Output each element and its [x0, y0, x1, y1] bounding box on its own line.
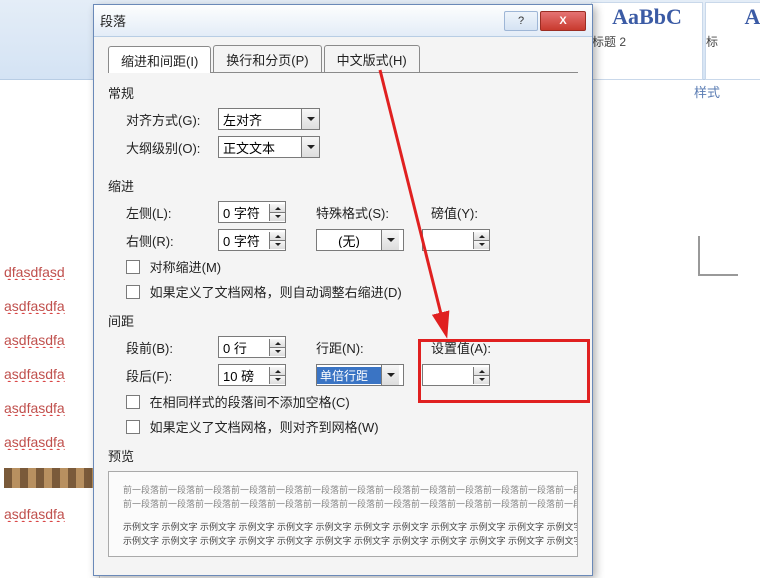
- doc-text-line: asdfasdfa: [0, 434, 99, 450]
- by-label: 磅值(Y):: [431, 203, 526, 222]
- outline-label: 大纲级别(O):: [108, 138, 218, 157]
- mirror-indent-checkbox[interactable]: [126, 260, 140, 274]
- space-before-label: 段前(B):: [108, 338, 218, 357]
- spin-down-icon[interactable]: [270, 212, 285, 221]
- section-general: 常规: [108, 83, 578, 102]
- alignment-select[interactable]: [218, 108, 320, 130]
- chevron-down-icon[interactable]: [301, 109, 319, 129]
- chevron-down-icon[interactable]: [381, 230, 399, 250]
- special-label: 特殊格式(S):: [316, 203, 411, 222]
- indent-left-spinner[interactable]: [218, 201, 286, 223]
- style-sample: Aal: [706, 5, 760, 29]
- spin-up-icon[interactable]: [270, 339, 285, 347]
- line-spacing-label: 行距(N):: [316, 338, 411, 357]
- space-before-value[interactable]: [219, 340, 269, 355]
- spin-up-icon[interactable]: [474, 232, 489, 240]
- snap-to-grid-label: 如果定义了文档网格，则对齐到网格(W): [150, 420, 379, 435]
- tab-indent-spacing[interactable]: 缩进和间距(I): [108, 46, 211, 73]
- by-spinner[interactable]: [422, 229, 490, 251]
- preview-line: 示例文字 示例文字 示例文字 示例文字 示例文字 示例文字 示例文字 示例文字 …: [123, 534, 563, 547]
- preview-box: 前一段落前一段落前一段落前一段落前一段落前一段落前一段落前一段落前一段落前一段落…: [108, 471, 578, 557]
- doc-text-line: asdfasdfa: [0, 400, 99, 416]
- spin-up-icon[interactable]: [474, 367, 489, 375]
- indent-left-value[interactable]: [219, 205, 269, 220]
- tab-asian-typography[interactable]: 中文版式(H): [324, 45, 420, 72]
- special-select[interactable]: [316, 229, 404, 251]
- style-item[interactable]: Aal 标: [705, 2, 760, 80]
- doc-text-line: asdfasdfa: [0, 298, 99, 314]
- indent-right-spinner[interactable]: [218, 229, 286, 251]
- doc-text-line: asdfasdfa: [0, 332, 99, 348]
- space-after-spinner[interactable]: [218, 364, 286, 386]
- style-label: 标题 2: [592, 29, 702, 54]
- spin-down-icon[interactable]: [270, 240, 285, 249]
- spin-down-icon[interactable]: [270, 347, 285, 356]
- auto-adjust-right-label: 如果定义了文档网格，则自动调整右缩进(D): [150, 285, 402, 300]
- special-value[interactable]: [317, 233, 381, 248]
- chevron-down-icon[interactable]: [381, 365, 399, 385]
- indent-left-label: 左侧(L):: [108, 203, 218, 222]
- auto-adjust-right-checkbox[interactable]: [126, 285, 140, 299]
- style-sample: AaBbC: [592, 5, 702, 29]
- section-preview: 预览: [108, 446, 578, 465]
- outline-value[interactable]: [219, 140, 301, 155]
- mirror-indent-label: 对称缩进(M): [150, 260, 222, 275]
- section-indent: 缩进: [108, 176, 578, 195]
- style-gallery: AaBbC 标题 2 Aal 标: [590, 0, 760, 80]
- spin-down-icon[interactable]: [270, 375, 285, 384]
- spin-down-icon[interactable]: [474, 375, 489, 384]
- by-value[interactable]: [423, 233, 473, 248]
- preview-line: 前一段落前一段落前一段落前一段落前一段落前一段落前一段落前一段落前一段落前一段落…: [123, 497, 563, 510]
- preview-line: 前一段落前一段落前一段落前一段落前一段落前一段落前一段落前一段落前一段落前一段落…: [123, 483, 563, 496]
- space-after-label: 段后(F):: [108, 366, 218, 385]
- snap-to-grid-checkbox[interactable]: [126, 420, 140, 434]
- style-label: 标: [706, 29, 760, 54]
- at-value[interactable]: [423, 368, 473, 383]
- styles-group-label: 样式: [694, 82, 720, 101]
- spin-down-icon[interactable]: [474, 240, 489, 249]
- outline-select[interactable]: [218, 136, 320, 158]
- dialog-titlebar[interactable]: 段落 ? X: [94, 5, 592, 37]
- indent-right-value[interactable]: [219, 233, 269, 248]
- space-after-value[interactable]: [219, 368, 269, 383]
- line-spacing-value[interactable]: 单倍行距: [317, 367, 381, 384]
- doc-text-line: dfasdfasd: [0, 264, 99, 280]
- at-label: 设置值(A):: [431, 338, 526, 357]
- page-corner-mark: [698, 236, 738, 276]
- preview-line: 示例文字 示例文字 示例文字 示例文字 示例文字 示例文字 示例文字 示例文字 …: [123, 520, 563, 533]
- doc-text-line: asdfasdfa: [0, 506, 99, 522]
- close-button[interactable]: X: [540, 11, 586, 31]
- spin-up-icon[interactable]: [270, 367, 285, 375]
- section-spacing: 间距: [108, 311, 578, 330]
- tab-strip: 缩进和间距(I) 换行和分页(P) 中文版式(H): [108, 45, 578, 73]
- chevron-down-icon[interactable]: [301, 137, 319, 157]
- help-button[interactable]: ?: [504, 11, 538, 31]
- at-spinner[interactable]: [422, 364, 490, 386]
- style-item[interactable]: AaBbC 标题 2: [591, 2, 703, 80]
- alignment-value[interactable]: [219, 112, 301, 127]
- no-space-same-style-label: 在相同样式的段落间不添加空格(C): [150, 395, 350, 410]
- document-area: dfasdfasd asdfasdfa asdfasdfa asdfasdfa …: [0, 104, 100, 578]
- doc-image-row: [4, 468, 95, 488]
- indent-right-label: 右侧(R):: [108, 231, 218, 250]
- dialog-title: 段落: [100, 11, 502, 30]
- spin-up-icon[interactable]: [270, 232, 285, 240]
- no-space-same-style-checkbox[interactable]: [126, 395, 140, 409]
- paragraph-dialog: 段落 ? X 缩进和间距(I) 换行和分页(P) 中文版式(H) 常规 对齐方式…: [93, 4, 593, 576]
- space-before-spinner[interactable]: [218, 336, 286, 358]
- alignment-label: 对齐方式(G):: [108, 110, 218, 129]
- line-spacing-select[interactable]: 单倍行距: [316, 364, 404, 386]
- doc-text-line: asdfasdfa: [0, 366, 99, 382]
- spin-up-icon[interactable]: [270, 204, 285, 212]
- tab-line-page-breaks[interactable]: 换行和分页(P): [213, 45, 321, 72]
